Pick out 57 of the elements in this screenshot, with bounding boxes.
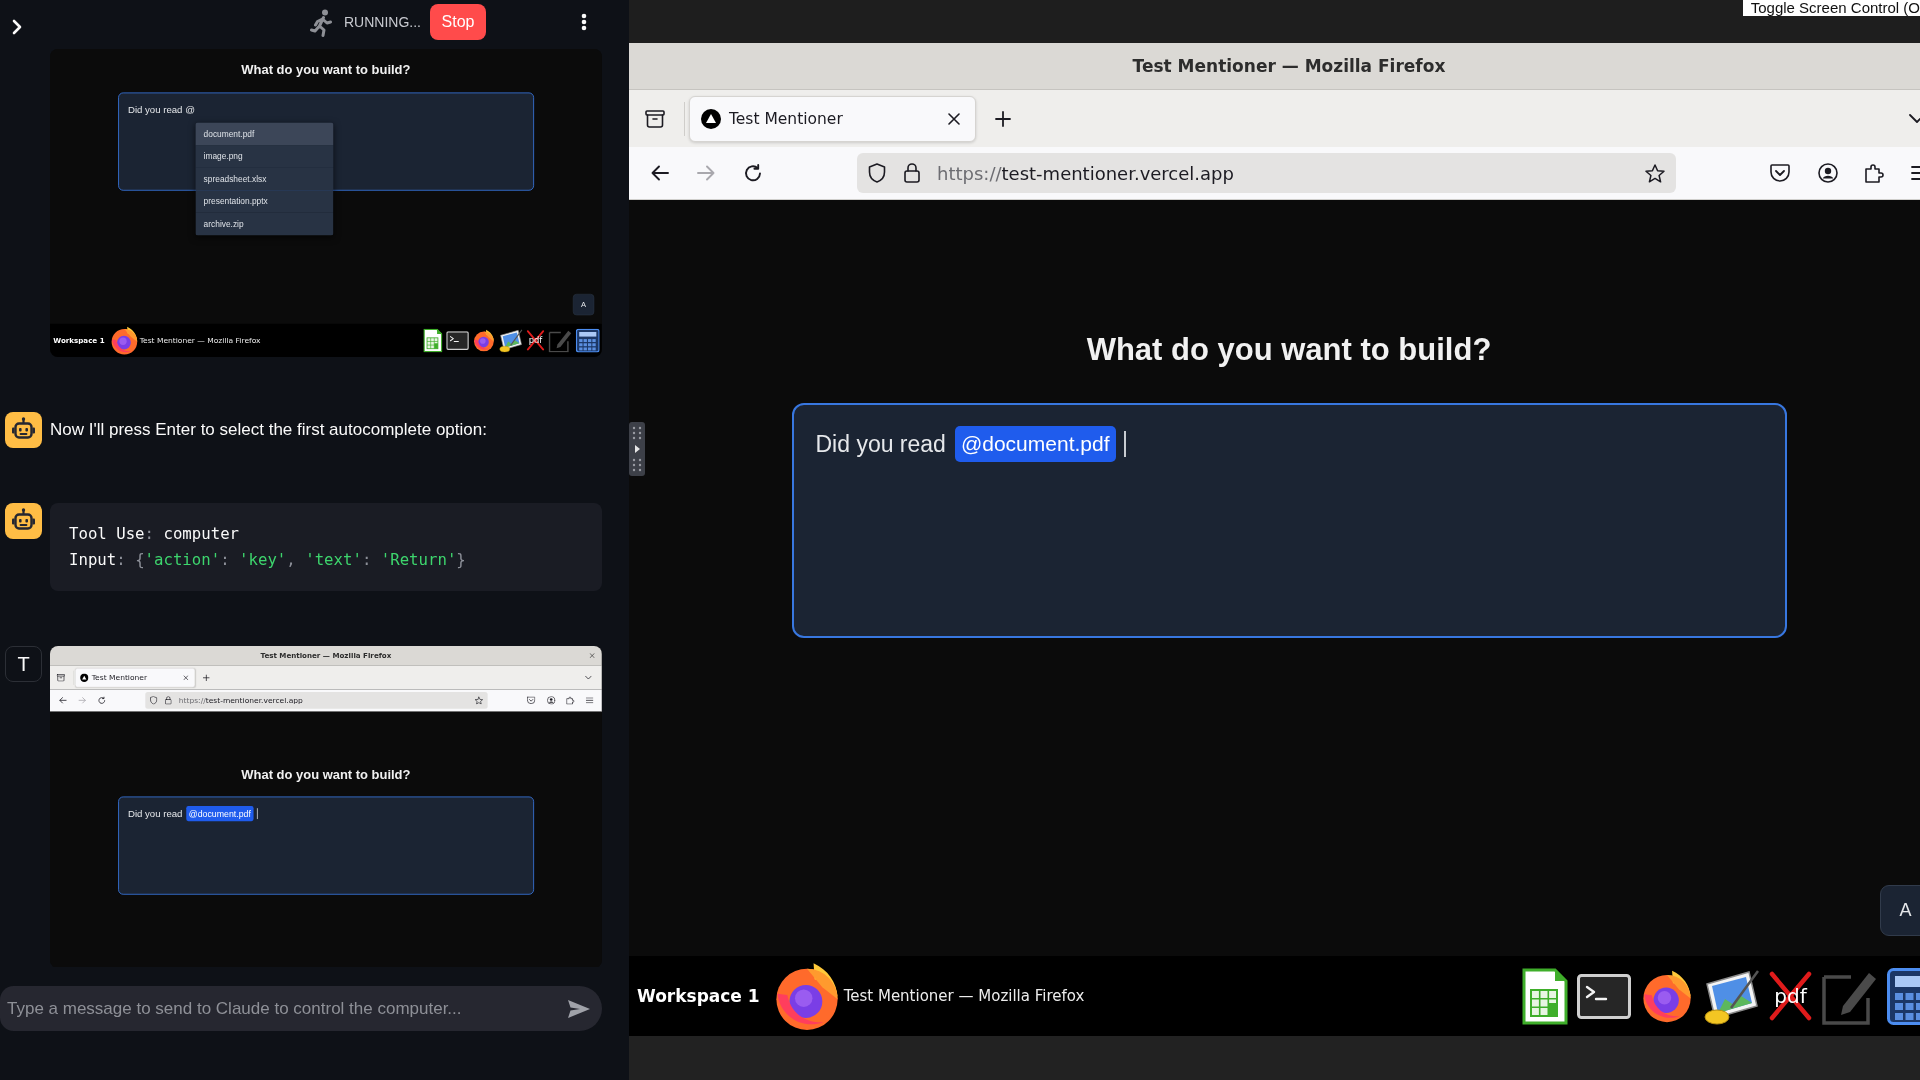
account-icon[interactable] <box>547 696 556 705</box>
terminal-icon[interactable] <box>446 330 469 350</box>
message-text: Now I'll press Enter to select the first autocomplete option: <box>50 419 487 441</box>
floating-button[interactable]: A <box>1880 885 1920 936</box>
url-field[interactable]: https://test-mentioner.vercel.app <box>857 153 1676 193</box>
bot-avatar-icon <box>5 503 42 539</box>
drag-handle-icon[interactable] <box>629 422 645 476</box>
page-heading: What do you want to build? <box>241 766 411 782</box>
lock-icon[interactable] <box>904 163 920 183</box>
spreadsheet-icon[interactable] <box>423 328 443 353</box>
triangle-logo-icon <box>80 673 89 682</box>
user-avatar: T <box>5 646 42 682</box>
menu-item[interactable]: archive.zip <box>195 212 334 236</box>
menu-item[interactable]: document.pdf <box>195 122 334 146</box>
save-icon[interactable] <box>1770 164 1790 182</box>
triangle-logo-icon <box>701 108 721 129</box>
close-icon[interactable] <box>948 112 960 125</box>
chat-input[interactable]: Type a message to send to Claude to control the computer... <box>0 986 602 1031</box>
bot-avatar-icon <box>5 412 42 448</box>
spreadsheet-icon[interactable] <box>1522 967 1568 1025</box>
menu-item[interactable]: image.png <box>195 145 334 168</box>
editor-field[interactable]: Did you read @document.pdf <box>117 796 534 895</box>
chevron-right-icon[interactable] <box>12 19 22 35</box>
running-figure-icon <box>310 9 332 37</box>
page-heading: What do you want to build? <box>1086 332 1492 368</box>
message-input[interactable]: Type a message to send to Claude to control the computer... <box>7 998 568 1019</box>
mention-tag[interactable]: @document.pdf <box>954 426 1116 462</box>
editor-field[interactable]: Did you read @document.pdf <box>791 403 1787 638</box>
puzzle-icon[interactable] <box>1864 163 1884 183</box>
shield-icon[interactable] <box>868 163 886 183</box>
account-icon[interactable] <box>1818 163 1838 183</box>
page-heading: What do you want to build? <box>241 62 411 78</box>
browser-tab[interactable]: Test Mentioner <box>689 95 976 142</box>
send-icon[interactable] <box>568 999 590 1018</box>
reload-icon[interactable] <box>744 164 762 182</box>
browser-icon <box>109 325 139 355</box>
chevron-down-icon[interactable] <box>1909 113 1920 124</box>
terminal-icon[interactable] <box>1577 973 1631 1019</box>
star-icon[interactable] <box>1645 163 1665 183</box>
menu-item[interactable]: presentation.pptx <box>195 190 334 213</box>
menu-item[interactable]: spreadsheet.xlsx <box>195 167 334 191</box>
workspace-label[interactable]: Workspace 1 <box>637 986 760 1006</box>
browser-icon[interactable] <box>1640 969 1694 1023</box>
calculator-icon[interactable] <box>575 328 600 353</box>
screen-control-button[interactable]: Toggle Screen Control (O <box>1742 0 1920 16</box>
code-line: Tool Use: computer <box>69 523 241 545</box>
taskbar-window-title[interactable]: Test Mentioner — Mozilla Firefox <box>843 987 1085 1005</box>
status-text: RUNNING... <box>344 13 421 31</box>
plus-icon[interactable] <box>995 110 1011 127</box>
drawer-icon[interactable] <box>645 109 665 128</box>
code-line: Input: {'action': 'key', 'text': 'Return'} <box>69 549 467 571</box>
window-title: Test Mentioner — Mozilla Firefox <box>1132 56 1446 76</box>
image-viewer-icon[interactable] <box>498 328 523 353</box>
mention-tag[interactable]: @document.pdf <box>186 806 254 822</box>
back-arrow-icon[interactable] <box>651 165 669 181</box>
browser-icon[interactable] <box>472 329 496 352</box>
more-icon[interactable] <box>581 13 587 31</box>
